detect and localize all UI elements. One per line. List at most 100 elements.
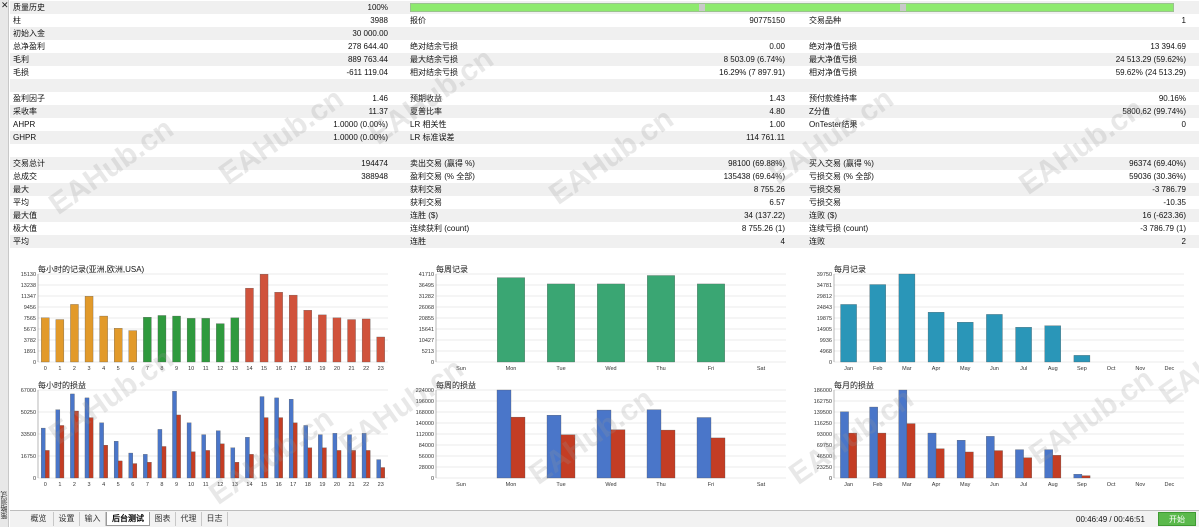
elapsed-time: 00:46:49 / 00:46:51 [1076,515,1145,524]
x-tick-label: Feb [873,482,882,488]
x-tick-label: Sun [456,482,466,488]
progress-gap [699,4,705,11]
stat-value [280,209,388,222]
bar [245,437,250,479]
bar [274,397,279,479]
stat-value [660,27,785,40]
stat-value: 8 755.26 (1) [741,224,785,233]
x-tick-label: 6 [131,482,134,488]
x-tick-label: 7 [146,366,149,372]
x-tick-label: 8 [160,482,163,488]
x-tick-label: 13 [232,366,238,372]
stat-label: 连胜 ($) [410,211,438,220]
stat-label: 连败 ($) [809,211,837,220]
close-icon[interactable]: ✕ [1,1,9,10]
bar [965,451,974,479]
y-tick-label: 0 [829,476,832,482]
bar [365,450,371,479]
x-tick-label: Nov [1135,366,1145,372]
stat-label: 盈利交易 (% 全部) [410,172,475,181]
x-tick-label: Apr [932,482,941,488]
bar [840,411,849,479]
stat-label: 亏损交易 [809,185,841,194]
y-tick-label: 116250 [814,421,832,427]
bar [307,447,313,479]
stat-label: 连续亏损 (count) [809,224,869,233]
bar [186,318,196,363]
stat-value [280,222,388,235]
stat-value: 1.0000 (0.00%) [333,120,388,129]
x-tick-label: Sat [757,366,766,372]
x-tick-label: 22 [363,482,369,488]
bar [610,429,626,479]
bar [59,425,65,479]
stat-value [660,79,785,92]
y-tick-label: 46500 [817,454,832,460]
stats-row: 最大值 连胜 ($) 34 (137.22) 连败 ($) 16 (-623.36) [10,209,1199,222]
x-tick-label: Wed [605,482,616,488]
stats-row: 平均 获利交易 6.57 亏损交易 -10.35 [10,196,1199,209]
stat-value [280,235,388,248]
stat-label: 盈利因子 [13,94,45,103]
tab-2[interactable]: 输入 [80,512,106,526]
bar [647,275,675,363]
stat-label: 极大值 [13,224,37,233]
stat-value: 194474 [361,159,388,168]
x-tick-label: 5 [117,482,120,488]
quality-value: 100% [367,3,388,12]
bar [597,283,625,363]
x-tick-label: Sep [1077,482,1087,488]
y-tick-label: 31282 [419,294,434,300]
tab-6[interactable]: 日志 [202,512,228,526]
stat-value: 135438 (69.64%) [723,172,785,181]
bar [70,393,75,479]
y-tick-label: 186000 [814,388,832,394]
bottom-tab-bar: 概览 设置 输入 后台测试 图表 代理 日志 00:46:49 / 00:46:51 开始 [10,510,1199,527]
bar [957,322,974,363]
stat-value: 8 755.26 [753,185,785,194]
stat-value: 388948 [361,172,388,181]
x-tick-label: 11 [203,366,209,372]
bar [1052,455,1062,479]
y-tick-label: 10427 [419,338,434,344]
chart-panel: 每月记录 0 4968 9936 14905 19875 24843 29812 34781 39… [808,264,1188,378]
tab-0[interactable]: 概览 [24,512,54,526]
bar [74,410,79,479]
start-button[interactable]: 开始 [1158,512,1196,526]
bar [1015,449,1024,479]
x-tick-label: 17 [290,482,296,488]
y-tick-label: 26068 [419,305,434,311]
stat-label: 最大 [13,185,29,194]
y-tick-label: 28000 [419,465,434,471]
y-tick-label: 69750 [817,443,832,449]
tab-3[interactable]: 后台测试 [106,512,150,526]
bar [205,450,210,479]
chart-panel: 每小时的损益 0 16750 33500 50250 67000 0 1 2 3 4 5 6 7 8 9 10 1… [12,380,392,494]
x-tick-label: Sep [1077,366,1087,372]
y-tick-label: 224000 [416,388,434,394]
bar [376,459,381,479]
stat-label: 采收率 [13,107,37,116]
stat-label: LR 标准误差 [410,133,455,142]
bar [927,432,937,479]
y-tick-label: 13238 [21,283,36,289]
x-tick-label: Sun [456,366,466,372]
tab-5[interactable]: 代理 [176,512,202,526]
y-tick-label: 139500 [814,410,832,416]
tab-1[interactable]: 设置 [54,512,80,526]
tab-4[interactable]: 图表 [150,512,176,526]
bar [157,315,167,363]
bar [114,328,123,363]
bar [113,441,119,479]
stat-value: 3988 [370,16,388,25]
y-tick-label: 1891 [24,349,36,355]
bar [88,417,94,479]
stat-label: 预期收益 [410,94,442,103]
stat-value: 278 644.40 [347,42,388,51]
bar [869,284,886,363]
bar [660,429,676,479]
stats-row: 毛利 889 763.44 最大结余亏损 8 503.09 (6.74%) 最大净值亏损… [10,53,1199,66]
bar [303,310,312,363]
stat-label: 交易品种 [809,16,841,25]
y-tick-label: 84000 [419,443,434,449]
